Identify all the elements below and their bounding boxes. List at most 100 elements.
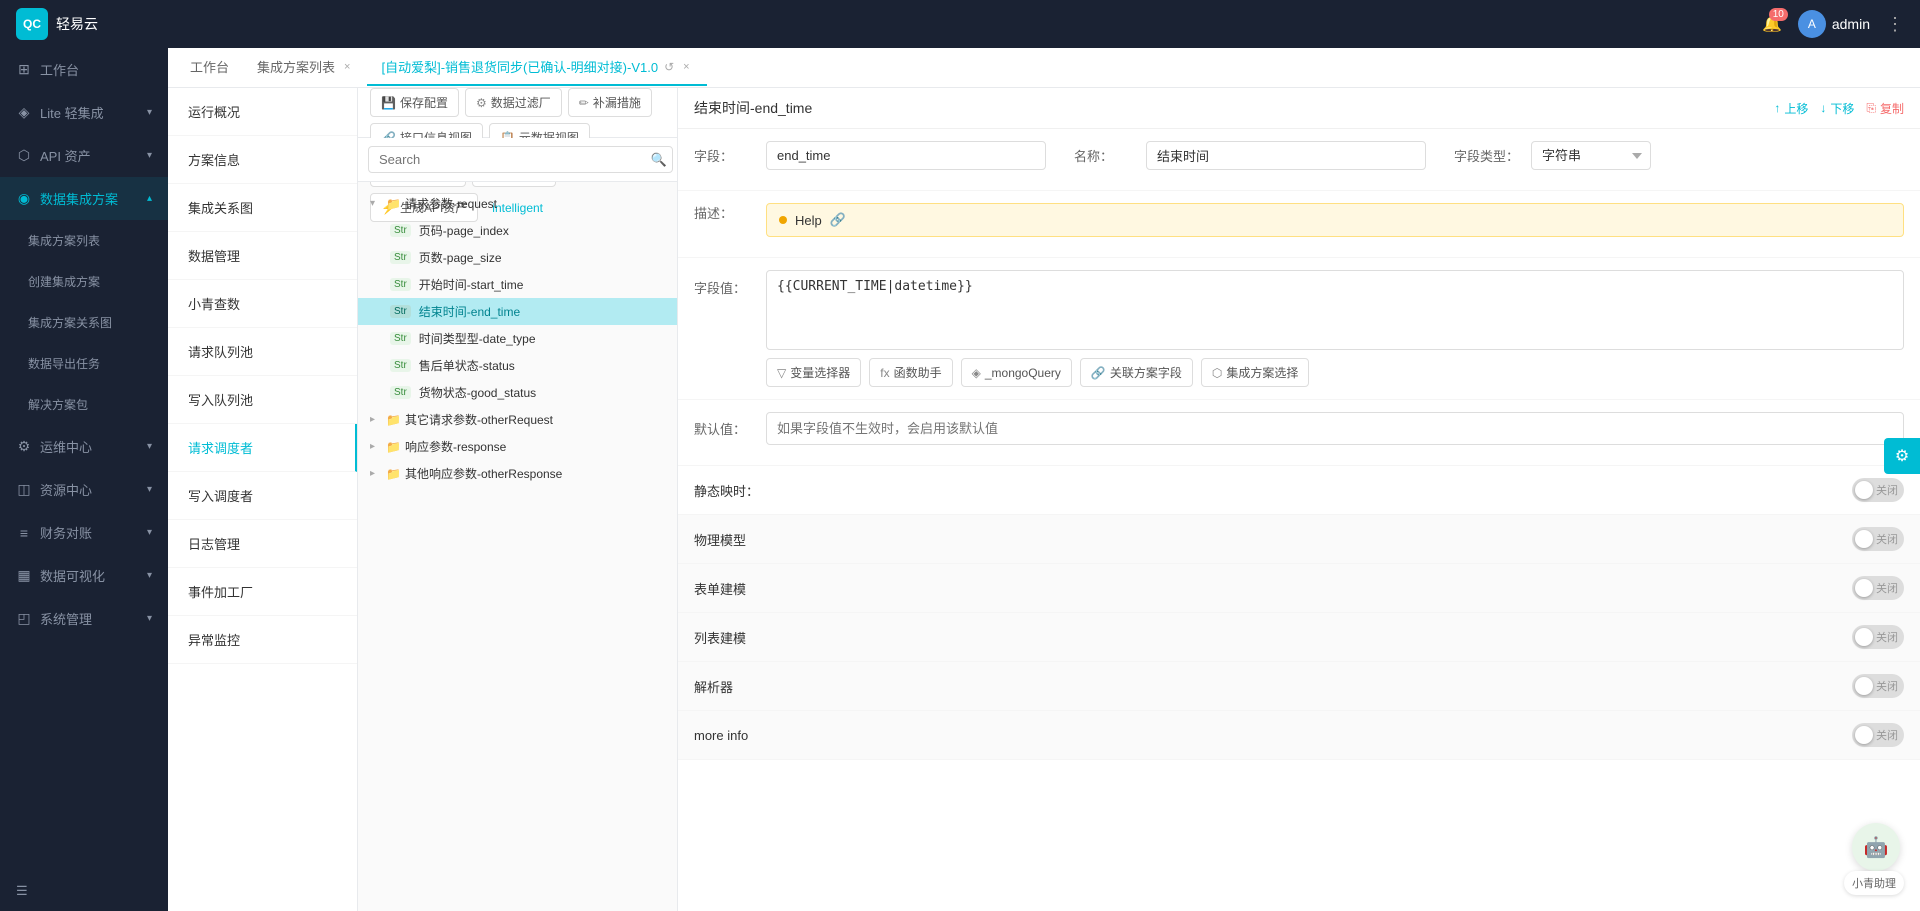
chevron-down-icon: ▾ bbox=[370, 198, 382, 209]
sidebar-item-resource[interactable]: ◫ 资源中心 ▾ bbox=[0, 468, 168, 511]
sidebar-sublabel: 集成方案列表 bbox=[28, 232, 100, 249]
left-panel-item-log[interactable]: 日志管理 bbox=[168, 520, 357, 568]
wrench-icon: ✏ bbox=[579, 96, 589, 110]
tab-solution-detail[interactable]: [自动爱梨]-销售退货同步(已确认-明细对接)-V1.0 ↺ × bbox=[367, 49, 706, 86]
default-value-input[interactable] bbox=[766, 412, 1904, 445]
sidebar-item-finance[interactable]: ≡ 财务对账 ▾ bbox=[0, 511, 168, 554]
sidebar-item-ops[interactable]: ⚙ 运维中心 ▾ bbox=[0, 425, 168, 468]
remediation-button[interactable]: ✏ 补漏措施 bbox=[568, 88, 652, 117]
field-title: 结束时间-end_time bbox=[694, 98, 812, 118]
field-input[interactable] bbox=[766, 141, 1046, 170]
more-info-label: more info bbox=[694, 728, 748, 743]
left-panel-item-overview[interactable]: 运行概况 bbox=[168, 88, 357, 136]
str-badge: Str bbox=[390, 251, 411, 264]
tree-item-label: 请求参数-request bbox=[405, 195, 669, 212]
sidebar-subitem-create[interactable]: 创建集成方案 bbox=[0, 261, 168, 302]
sidebar-label: API 资产 bbox=[40, 146, 91, 165]
str-badge: Str bbox=[390, 332, 411, 345]
physical-model-toggle[interactable]: 关闭 bbox=[1852, 527, 1904, 551]
tab-close-button[interactable]: × bbox=[680, 60, 692, 74]
gear-settings-button[interactable]: ⚙ bbox=[1884, 438, 1920, 474]
data-filter-button[interactable]: ⚙ 数据过滤厂 bbox=[465, 88, 562, 117]
tab-solution-list[interactable]: 集成方案列表 × bbox=[243, 49, 367, 86]
logo-text: 轻易云 bbox=[56, 14, 98, 34]
var-selector-button[interactable]: ▽ 变量选择器 bbox=[766, 358, 861, 387]
sidebar-item-data-solution[interactable]: ◉ 数据集成方案 ▴ bbox=[0, 177, 168, 220]
field-value-editor[interactable]: {{CURRENT_TIME|datetime}} bbox=[766, 270, 1904, 350]
left-panel-item-assistant[interactable]: 小青查数 bbox=[168, 280, 357, 328]
more-info-toggle[interactable]: 关闭 bbox=[1852, 723, 1904, 747]
toggle-thumb bbox=[1855, 677, 1873, 695]
str-badge: Str bbox=[390, 305, 411, 318]
tree-item-page-index[interactable]: Str 页码-page_index bbox=[358, 217, 677, 244]
list-build-toggle[interactable]: 关闭 bbox=[1852, 625, 1904, 649]
sidebar-item-api[interactable]: ⬡ API 资产 ▾ bbox=[0, 134, 168, 177]
name-label: 名称： bbox=[1074, 146, 1134, 165]
physical-model-row[interactable]: 物理模型 关闭 bbox=[678, 515, 1920, 564]
left-panel-item-write-pool[interactable]: 写入队列池 bbox=[168, 376, 357, 424]
left-panel-item-event[interactable]: 事件加工厂 bbox=[168, 568, 357, 616]
left-panel-item-exception[interactable]: 异常监控 bbox=[168, 616, 357, 664]
sidebar-subitem-relation[interactable]: 集成方案关系图 bbox=[0, 302, 168, 343]
tree-item-good-status[interactable]: Str 货物状态-good_status bbox=[358, 379, 677, 406]
tree-item-date-type[interactable]: Str 时间类型型-date_type bbox=[358, 325, 677, 352]
sidebar-item-lite[interactable]: ◈ Lite 轻集成 ▾ bbox=[0, 91, 168, 134]
more-options-button[interactable]: ⋮ bbox=[1886, 14, 1904, 35]
link-field-button[interactable]: 🔗 关联方案字段 bbox=[1080, 358, 1193, 387]
copy-field-button[interactable]: ⎘ 复制 bbox=[1866, 100, 1904, 117]
tree-item-page-size[interactable]: Str 页数-page_size bbox=[358, 244, 677, 271]
tree-item-end-time[interactable]: Str 结束时间-end_time bbox=[358, 298, 677, 325]
solution-select-button[interactable]: ⬡ 集成方案选择 bbox=[1201, 358, 1310, 387]
chevron-down-icon: ▾ bbox=[147, 613, 152, 624]
left-panel-item-write-debug[interactable]: 写入调度者 bbox=[168, 472, 357, 520]
list-build-row[interactable]: 列表建模 关闭 bbox=[678, 613, 1920, 662]
name-input[interactable] bbox=[1146, 141, 1426, 170]
physical-model-toggle-group: 关闭 bbox=[1852, 527, 1904, 551]
workbench-icon: ⊞ bbox=[16, 61, 32, 78]
tree-item-other-response[interactable]: ▸ 📁 其他响应参数-otherResponse bbox=[358, 460, 677, 487]
tree-item-start-time[interactable]: Str 开始时间-start_time bbox=[358, 271, 677, 298]
left-panel-item-info[interactable]: 方案信息 bbox=[168, 136, 357, 184]
toggle-thumb bbox=[1855, 481, 1873, 499]
notification-button[interactable]: 🔔 10 bbox=[1762, 14, 1782, 34]
sidebar-item-workbench[interactable]: ⊞ 工作台 bbox=[0, 48, 168, 91]
left-panel-item-request-pool[interactable]: 请求队列池 bbox=[168, 328, 357, 376]
parser-row[interactable]: 解析器 关闭 bbox=[678, 662, 1920, 711]
sidebar-subitem-solution-list[interactable]: 集成方案列表 bbox=[0, 220, 168, 261]
more-info-row[interactable]: more info 关闭 bbox=[678, 711, 1920, 760]
tree-item-status[interactable]: Str 售后单状态-status bbox=[358, 352, 677, 379]
sidebar-item-dataviz[interactable]: ▦ 数据可视化 ▾ bbox=[0, 554, 168, 597]
tree-item-other-request[interactable]: ▸ 📁 其它请求参数-otherRequest bbox=[358, 406, 677, 433]
save-config-button[interactable]: 💾 保存配置 bbox=[370, 88, 459, 117]
static-map-toggle[interactable]: 关闭 bbox=[1852, 478, 1904, 502]
func-helper-button[interactable]: fx 函数助手 bbox=[869, 358, 952, 387]
search-input[interactable] bbox=[368, 146, 673, 173]
sidebar-collapse-button[interactable]: ☰ bbox=[0, 871, 168, 911]
user-menu[interactable]: A admin bbox=[1798, 10, 1870, 38]
left-panel-item-map[interactable]: 集成关系图 bbox=[168, 184, 357, 232]
mongo-query-button[interactable]: ◈ _mongoQuery bbox=[961, 358, 1072, 387]
left-panel-item-request-debug[interactable]: 请求调度者 bbox=[168, 424, 357, 472]
sidebar-subitem-package[interactable]: 解决方案包 bbox=[0, 384, 168, 425]
left-panel-item-data[interactable]: 数据管理 bbox=[168, 232, 357, 280]
folder-icon: 📁 bbox=[386, 440, 401, 454]
tab-workspace[interactable]: 工作台 bbox=[176, 49, 243, 86]
external-link-icon[interactable]: 🔗 bbox=[830, 212, 846, 228]
parser-toggle[interactable]: 关闭 bbox=[1852, 674, 1904, 698]
type-select[interactable]: 字符串 bbox=[1531, 141, 1651, 170]
form-build-row[interactable]: 表单建模 关闭 bbox=[678, 564, 1920, 613]
xiao-qing-helper-button[interactable]: 🤖 bbox=[1852, 823, 1900, 871]
sidebar-subitem-export[interactable]: 数据导出任务 bbox=[0, 343, 168, 384]
move-up-button[interactable]: ↑ 上移 bbox=[1774, 100, 1808, 117]
move-down-button[interactable]: ↓ 下移 bbox=[1820, 100, 1854, 117]
str-badge: Str bbox=[390, 386, 411, 399]
refresh-icon[interactable]: ↺ bbox=[664, 60, 674, 74]
sidebar-item-sysmgmt[interactable]: ◰ 系统管理 ▾ bbox=[0, 597, 168, 640]
up-arrow-icon: ↑ bbox=[1774, 101, 1780, 115]
help-text: Help bbox=[795, 213, 822, 228]
form-build-toggle[interactable]: 关闭 bbox=[1852, 576, 1904, 600]
tree-item-response[interactable]: ▸ 📁 响应参数-response bbox=[358, 433, 677, 460]
var-selector-label: 变量选择器 bbox=[790, 364, 850, 381]
tab-close-button[interactable]: × bbox=[341, 60, 353, 74]
tree-item-request-params[interactable]: ▾ 📁 请求参数-request bbox=[358, 190, 677, 217]
